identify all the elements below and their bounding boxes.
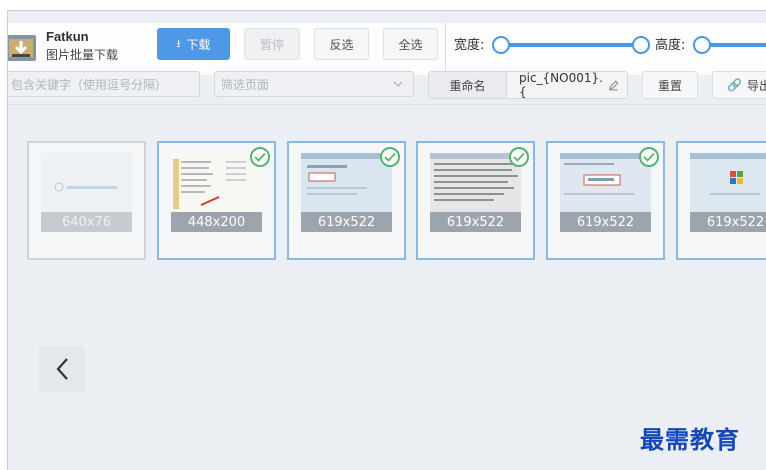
thumb-preview-graphic — [301, 153, 392, 195]
pause-button[interactable]: 暂停 — [244, 28, 300, 60]
rename-pattern-input[interactable]: pic_{NO001}.{ — [507, 71, 627, 99]
image-size-label: 619x522 — [301, 212, 392, 232]
filter-bar: 包含关键字（使用逗号分隔) 筛选页面 重命名 pic_{NO001}.{ 重置 … — [8, 71, 766, 107]
height-slider-min-thumb[interactable] — [693, 36, 711, 54]
image-size-label: 619x522 — [560, 212, 651, 232]
width-slider-track[interactable] — [500, 43, 646, 47]
selected-check-icon[interactable] — [380, 147, 400, 167]
rename-pattern-value: pic_{NO001}.{ — [519, 71, 603, 99]
image-size-label: 619x522 — [430, 212, 521, 232]
toolbar: Fatkun 图片批量下载 ⭳ 下载 暂停 反选 全选 宽度: 高度: — [8, 23, 766, 75]
previous-button[interactable] — [39, 346, 85, 392]
image-size-label: 619x522 — [690, 212, 766, 232]
link-icon: 🔗 — [727, 78, 742, 92]
selected-check-icon[interactable] — [639, 147, 659, 167]
image-thumb[interactable]: 640x76 — [27, 141, 146, 260]
image-thumb[interactable]: 619x522 — [287, 141, 406, 260]
download-icon: ⭳ — [176, 36, 181, 50]
toolbar-divider — [445, 23, 446, 75]
page-filter-placeholder: 筛选页面 — [221, 77, 270, 92]
select-all-button[interactable]: 全选 — [383, 28, 438, 60]
thumb-preview-graphic — [173, 159, 246, 209]
thumb-preview-graphic — [430, 153, 521, 201]
app-window: Fatkun 图片批量下载 ⭳ 下载 暂停 反选 全选 宽度: 高度: 包含关键… — [7, 10, 766, 470]
keyword-filter-input[interactable]: 包含关键字（使用逗号分隔) — [8, 71, 200, 97]
width-slider-min-thumb[interactable] — [492, 36, 510, 54]
selected-check-icon[interactable] — [509, 147, 529, 167]
download-label: 下载 — [186, 37, 211, 52]
app-name: Fatkun — [46, 29, 89, 44]
thumb-preview-graphic — [54, 182, 117, 192]
keyword-filter-placeholder: 包含关键字（使用逗号分隔) — [11, 77, 160, 92]
download-button[interactable]: ⭳ 下载 — [157, 28, 230, 60]
app-subtitle: 图片批量下载 — [46, 48, 119, 62]
edit-icon — [609, 79, 619, 90]
rename-label: 重命名 — [429, 72, 507, 98]
image-thumb[interactable]: 448x200 — [157, 141, 276, 260]
thumb-preview-graphic — [690, 153, 766, 195]
image-thumb[interactable]: 619x522 — [416, 141, 535, 260]
image-size-label: 640x76 — [41, 212, 132, 232]
reset-button[interactable]: 重置 — [642, 71, 698, 99]
height-slider-label: 高度: — [655, 38, 686, 53]
chevron-left-icon — [56, 358, 68, 380]
thumb-preview-graphic — [560, 153, 651, 195]
chevron-down-icon — [393, 81, 403, 87]
watermark: 最需教育 — [640, 425, 740, 454]
image-size-label: 448x200 — [171, 212, 262, 232]
export-button[interactable]: 🔗 导出 — [712, 71, 766, 99]
image-thumb[interactable]: 619x522 — [676, 141, 766, 260]
export-label: 导出 — [746, 78, 766, 93]
image-thumb[interactable]: 619x522 — [546, 141, 665, 260]
page-filter-select[interactable]: 筛选页面 — [214, 71, 414, 97]
selected-check-icon[interactable] — [250, 147, 270, 167]
width-slider-max-thumb[interactable] — [632, 36, 650, 54]
rename-group: 重命名 pic_{NO001}.{ — [428, 71, 628, 99]
header-divider — [8, 104, 766, 105]
width-slider-label: 宽度: — [454, 38, 485, 53]
invert-selection-button[interactable]: 反选 — [314, 28, 369, 60]
app-logo-icon — [8, 35, 36, 61]
